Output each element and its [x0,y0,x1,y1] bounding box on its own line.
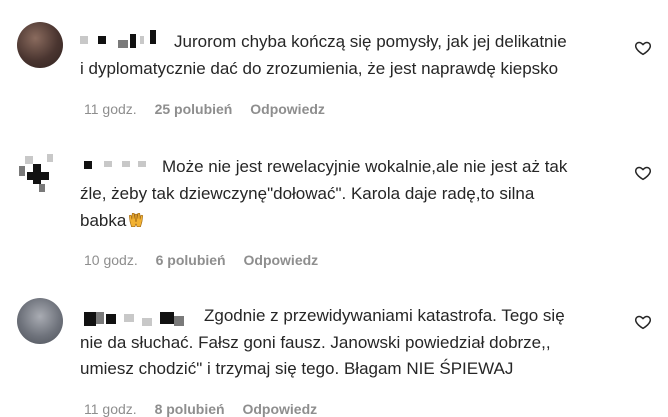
comment-text: umiesz chodzić" i trzymaj się tego. Błag… [80,359,514,378]
comment-text: Zgodnie z przewidywaniami katastrofa. Te… [204,306,565,325]
comment-text: źle, żeby tak dziewczynę"dołować". Karol… [80,184,535,203]
comment-text-end: babka [80,211,127,230]
raising-hands-icon [129,212,144,228]
reply-button[interactable]: Odpowiedz [250,101,325,117]
avatar[interactable] [17,22,63,68]
avatar[interactable] [17,298,63,344]
reply-button[interactable]: Odpowiedz [244,252,319,268]
likes-count[interactable]: 8 polubień [155,401,225,417]
username-redacted[interactable] [84,157,154,177]
comment-text: i dyplomatycznie dać do zrozumienia, że … [80,59,559,78]
comment-meta: 11 godz. 25 polubień Odpowiedz [84,101,325,117]
username-redacted[interactable] [84,308,194,328]
comment-text: nie da słuchać. Fałsz goni fausz. Janows… [80,333,551,352]
comment-text: Może nie jest rewelacyjnie wokalnie,ale … [162,157,568,176]
likes-count[interactable]: 25 polubień [155,101,233,117]
comment-text: babka [80,207,145,234]
avatar[interactable] [17,150,63,196]
heart-icon[interactable] [634,164,652,182]
heart-icon[interactable] [634,313,652,331]
timestamp: 10 godz. [84,252,138,268]
comment-text: Jurorom chyba kończą się pomysły, jak je… [174,32,567,51]
reply-button[interactable]: Odpowiedz [242,401,317,417]
likes-count[interactable]: 6 polubień [156,252,226,268]
timestamp: 11 godz. [84,101,137,117]
username-redacted[interactable] [80,30,160,50]
comment-meta: 11 godz. 8 polubień Odpowiedz [84,401,317,417]
timestamp: 11 godz. [84,401,137,417]
comment-meta: 10 godz. 6 polubień Odpowiedz [84,252,318,268]
heart-icon[interactable] [634,39,652,57]
